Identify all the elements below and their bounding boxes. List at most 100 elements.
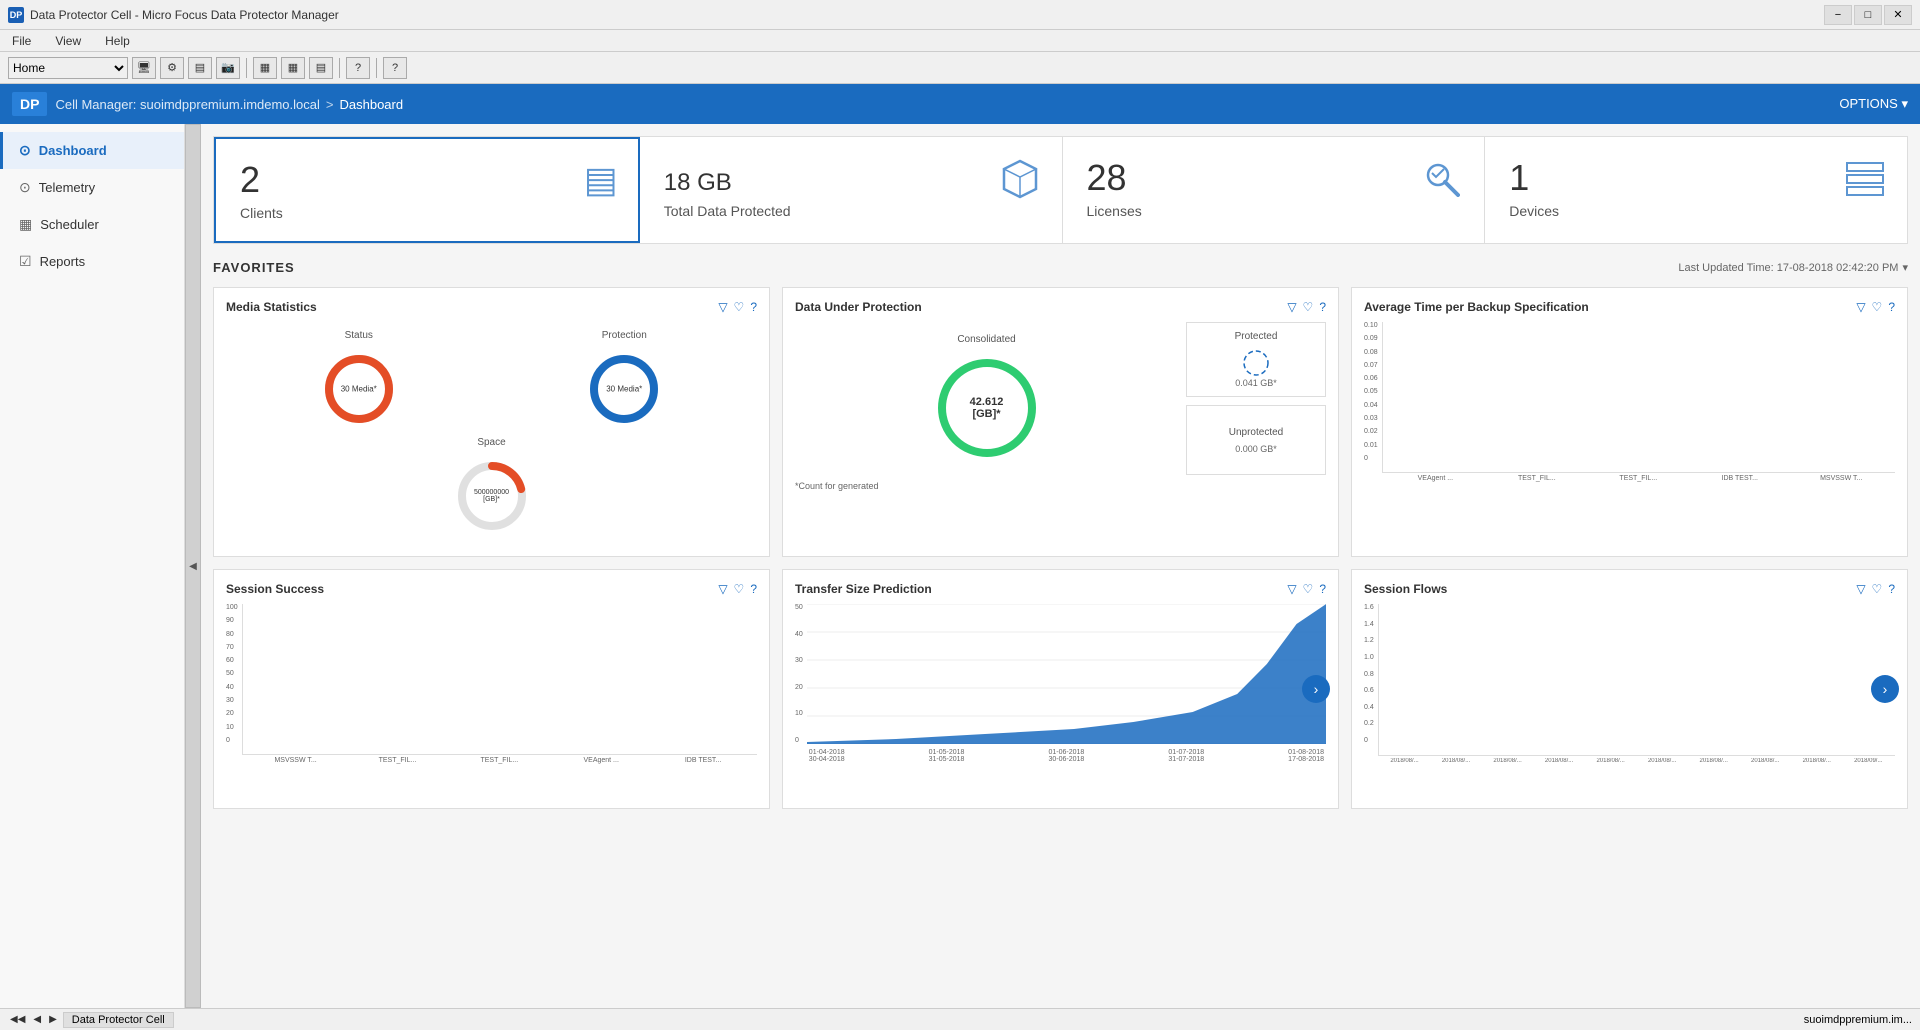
transfer-x-4: 01-07-2018 [1168, 749, 1204, 756]
transfer-filter-icon[interactable]: ▽ [1287, 582, 1296, 596]
protected-value: 0.041 GB* [1235, 378, 1277, 388]
stat-card-devices[interactable]: 1 Devices [1485, 137, 1907, 243]
transfer-x-2: 01-05-2018 [929, 749, 965, 756]
toolbar-btn-7[interactable]: ▤ [309, 57, 333, 79]
toolbar-extra[interactable]: ? [383, 57, 407, 79]
sidebar-label-scheduler: Scheduler [40, 217, 99, 232]
unprotected-label: Unprotected [1229, 427, 1283, 438]
home-select[interactable]: Home [8, 57, 128, 79]
flows-filter-icon[interactable]: ▽ [1856, 582, 1865, 596]
stat-card-clients[interactable]: 2 Clients ▤ [214, 137, 640, 243]
devices-icon [1843, 157, 1887, 210]
chart-actions-media: ▽ ♡ ? [718, 300, 757, 314]
clients-label: Clients [240, 205, 614, 221]
protected-item: Protected 0.041 GB* [1186, 322, 1326, 397]
session-fav-icon[interactable]: ♡ [734, 582, 745, 596]
sidebar: ⊙ Dashboard ⊙ Telemetry ▦ Scheduler ☑ Re… [0, 124, 185, 1008]
toolbar-btn-1[interactable]: 🖥 [132, 57, 156, 79]
sidebar-item-reports[interactable]: ☑ Reports [0, 243, 184, 280]
flows-fav-icon[interactable]: ♡ [1872, 582, 1883, 596]
help-button[interactable]: ? [346, 57, 370, 79]
window-title: Data Protector Cell - Micro Focus Data P… [30, 8, 1824, 22]
sidebar-label-telemetry: Telemetry [39, 180, 95, 195]
protection-donut: 30 Media* [584, 349, 664, 429]
dp-logo: DP [12, 92, 47, 116]
dashboard-icon: ⊙ [19, 142, 31, 159]
status-donut-wrap: Status 30 Media* [319, 330, 399, 429]
minimize-button[interactable]: − [1824, 5, 1852, 25]
breadcrumb-separator: > [326, 97, 334, 112]
transfer-x-1: 01-04-2018 [809, 749, 845, 756]
help-menu[interactable]: Help [101, 32, 134, 50]
session-filter-icon[interactable]: ▽ [718, 582, 727, 596]
dup-consolidated: Consolidated 42.612 [GB]* [795, 322, 1178, 475]
options-button[interactable]: OPTIONS ▾ [1839, 96, 1908, 112]
nav-first-button[interactable]: ◀◀ [8, 1014, 27, 1025]
transfer-x-b4: 31-07-2018 [1168, 756, 1204, 763]
avg-help-icon[interactable]: ? [1888, 300, 1895, 314]
avg-filter-icon[interactable]: ▽ [1856, 300, 1865, 314]
collapse-icon[interactable]: ▾ [1902, 261, 1908, 274]
transfer-fav-icon[interactable]: ♡ [1303, 582, 1314, 596]
licenses-icon [1420, 157, 1464, 211]
telemetry-icon: ⊙ [19, 179, 31, 196]
dup-fav-icon[interactable]: ♡ [1303, 300, 1314, 314]
chart-actions-avg: ▽ ♡ ? [1856, 300, 1895, 314]
toolbar-btn-3[interactable]: ▤ [188, 57, 212, 79]
devices-number: 1 [1509, 157, 1883, 199]
data-number: 18 GB [664, 157, 1038, 199]
toolbar-btn-6[interactable]: ▦ [281, 57, 305, 79]
flows-title: Session Flows [1364, 582, 1447, 596]
chart-actions-transfer: ▽ ♡ ? [1287, 582, 1326, 596]
title-bar: DP Data Protector Cell - Micro Focus Dat… [0, 0, 1920, 30]
avg-x-labels: VEAgent ... TEST_FIL... TEST_FIL... IDB … [1382, 473, 1895, 482]
close-button[interactable]: ✕ [1884, 5, 1912, 25]
sidebar-item-telemetry[interactable]: ⊙ Telemetry [0, 169, 184, 206]
restore-button[interactable]: □ [1854, 5, 1882, 25]
dup-help-icon[interactable]: ? [1319, 300, 1326, 314]
chart-avg-time: Average Time per Backup Specification ▽ … [1351, 287, 1908, 557]
chart-session-success: Session Success ▽ ♡ ? 100 90 80 70 60 50 [213, 569, 770, 809]
sidebar-collapse-button[interactable]: ◀ [185, 124, 201, 1008]
status-nav: ◀◀ ◀ ▶ Data Protector Cell [8, 1012, 174, 1028]
devices-label: Devices [1509, 203, 1883, 219]
file-menu[interactable]: File [8, 32, 35, 50]
flows-y-axis: 1.6 1.4 1.2 1.0 0.8 0.6 0.4 0.2 0 [1364, 604, 1378, 764]
toolbar-btn-2[interactable]: ⚙ [160, 57, 184, 79]
flows-help-icon[interactable]: ? [1888, 582, 1895, 596]
dup-layout: Consolidated 42.612 [GB]* Protected [795, 322, 1326, 475]
flows-next-button[interactable]: › [1871, 675, 1899, 703]
media-fav-icon[interactable]: ♡ [734, 300, 745, 314]
dup-filter-icon[interactable]: ▽ [1287, 300, 1296, 314]
status-bar: ◀◀ ◀ ▶ Data Protector Cell suoimdppremiu… [0, 1008, 1920, 1030]
unprotected-item: Unprotected 0.000 GB* [1186, 405, 1326, 475]
media-filter-icon[interactable]: ▽ [718, 300, 727, 314]
avg-x-label-3: TEST_FIL... [1593, 475, 1684, 482]
dup-right-panel: Protected 0.041 GB* Unprotected 0.000 GB… [1186, 322, 1326, 475]
chart-header-session: Session Success ▽ ♡ ? [226, 582, 757, 596]
media-help-icon[interactable]: ? [750, 300, 757, 314]
nav-prev-button[interactable]: ◀ [31, 1014, 43, 1025]
transfer-help-icon[interactable]: ? [1319, 582, 1326, 596]
avg-title: Average Time per Backup Specification [1364, 300, 1589, 314]
chart-actions-dup: ▽ ♡ ? [1287, 300, 1326, 314]
menu-bar: File View Help [0, 30, 1920, 52]
stat-card-licenses[interactable]: 28 Licenses [1063, 137, 1486, 243]
view-menu[interactable]: View [51, 32, 85, 50]
toolbar-btn-4[interactable]: 📷 [216, 57, 240, 79]
toolbar-btn-5[interactable]: ▦ [253, 57, 277, 79]
chart-header-dup: Data Under Protection ▽ ♡ ? [795, 300, 1326, 314]
session-help-icon[interactable]: ? [750, 582, 757, 596]
sidebar-item-scheduler[interactable]: ▦ Scheduler [0, 206, 184, 243]
avg-x-label-5: MSVSSW T... [1796, 475, 1887, 482]
stat-card-data[interactable]: 18 GB Total Data Protected [640, 137, 1063, 243]
consolidated-value: 42.612 [GB]* [959, 396, 1014, 420]
space-donut: 500000000 [GB]* [452, 456, 532, 536]
avg-x-label-2: TEST_FIL... [1491, 475, 1582, 482]
toolbar-separator-2 [339, 58, 340, 78]
status-tab[interactable]: Data Protector Cell [63, 1012, 174, 1028]
transfer-next-button[interactable]: › [1302, 675, 1330, 703]
nav-next-button[interactable]: ▶ [47, 1014, 59, 1025]
sidebar-item-dashboard[interactable]: ⊙ Dashboard [0, 132, 184, 169]
avg-fav-icon[interactable]: ♡ [1872, 300, 1883, 314]
